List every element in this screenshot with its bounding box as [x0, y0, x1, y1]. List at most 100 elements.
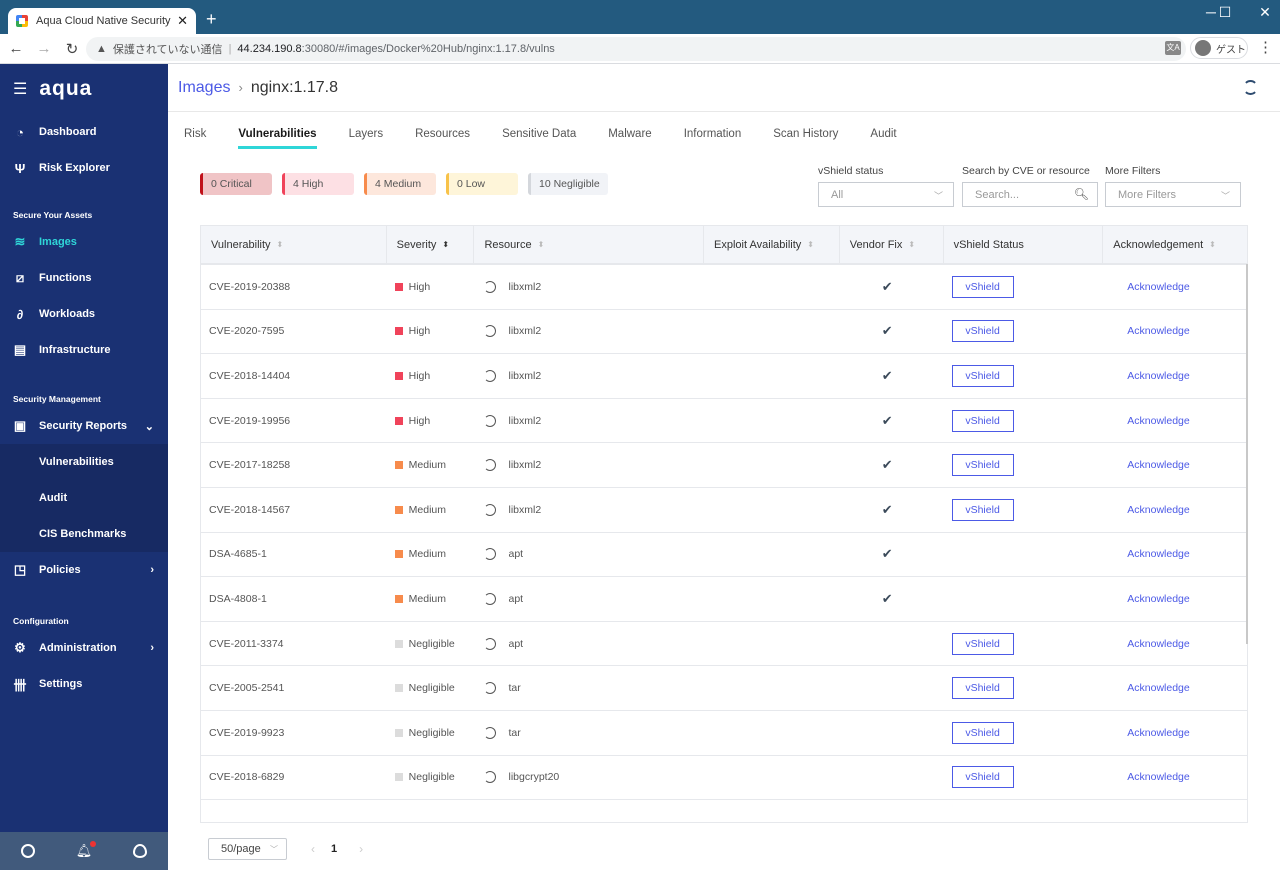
acknowledge-link[interactable]: Acknowledge: [1127, 682, 1189, 694]
table-scrollbar[interactable]: [1246, 264, 1248, 644]
col-exploit[interactable]: Exploit Availability ⬍: [704, 226, 840, 263]
col-vendor-fix[interactable]: Vendor Fix ⬍: [840, 226, 944, 263]
vshield-button[interactable]: vShield: [951, 498, 1014, 521]
sidebar-item-settings[interactable]: 卌 Settings: [0, 666, 168, 702]
vulnerability-id[interactable]: DSA-4685-1: [209, 548, 267, 560]
severity-chip[interactable]: 4 Medium: [364, 173, 436, 195]
tab-close-icon[interactable]: ✕: [177, 13, 188, 29]
vulnerability-id[interactable]: CVE-2019-19956: [209, 415, 290, 427]
vulnerability-id[interactable]: CVE-2011-3374: [209, 638, 284, 650]
search-input[interactable]: Search... 🔍︎: [962, 182, 1098, 207]
severity-chip[interactable]: 4 High: [282, 173, 354, 195]
search-icon[interactable]: 🔍︎: [1074, 187, 1089, 201]
tab-risk[interactable]: Risk: [184, 128, 206, 149]
new-tab-button[interactable]: +: [206, 9, 217, 29]
acknowledge-link[interactable]: Acknowledge: [1127, 727, 1189, 739]
breadcrumb-images[interactable]: Images: [178, 79, 230, 97]
acknowledge-link[interactable]: Acknowledge: [1127, 459, 1189, 471]
vulnerability-id[interactable]: CVE-2018-14404: [209, 370, 290, 382]
browser-tab[interactable]: Aqua Cloud Native Security Platfo ✕: [8, 8, 196, 34]
sidebar-subitem-cis-benchmarks[interactable]: CIS Benchmarks: [0, 516, 168, 552]
sidebar-subitem-vulnerabilities[interactable]: Vulnerabilities: [0, 444, 168, 480]
more-filters-select[interactable]: More Filters ﹀: [1105, 182, 1241, 207]
sidebar-subitem-audit[interactable]: Audit: [0, 480, 168, 516]
back-button[interactable]: ←: [4, 40, 28, 57]
severity-chip[interactable]: 10 Negligible: [528, 173, 608, 195]
sidebar-item-administration[interactable]: ⚙ Administration ›: [0, 630, 168, 666]
vshield-button[interactable]: vShield: [951, 632, 1014, 655]
browser-menu-icon[interactable]: ⋮: [1258, 38, 1273, 56]
sidebar-item-dashboard[interactable]: ◔ Dashboard: [0, 114, 168, 150]
table-row[interactable]: CVE-2005-2541 Negligible tar vShield Acknowl…: [201, 666, 1247, 711]
table-row[interactable]: CVE-2018-14404 High libxml2 ✔ vShield Acknowl…: [201, 354, 1247, 399]
aqua-logo[interactable]: aqua: [39, 77, 92, 101]
acknowledge-link[interactable]: Acknowledge: [1127, 504, 1189, 516]
sidebar-item-policies[interactable]: ◳ Policies ›: [0, 552, 168, 588]
vshield-status-select[interactable]: All ﹀: [818, 182, 954, 207]
vshield-button[interactable]: vShield: [951, 364, 1014, 387]
tab-vulnerabilities[interactable]: Vulnerabilities: [238, 128, 317, 149]
reload-button[interactable]: ↻: [60, 40, 84, 58]
vulnerability-id[interactable]: CVE-2005-2541: [209, 682, 284, 694]
vulnerability-id[interactable]: CVE-2018-14567: [209, 504, 290, 516]
acknowledge-link[interactable]: Acknowledge: [1127, 415, 1189, 427]
severity-chip[interactable]: 0 Low: [446, 173, 518, 195]
vulnerability-id[interactable]: CVE-2019-20388: [209, 281, 290, 293]
table-row[interactable]: CVE-2018-14567 Medium libxml2 ✔ vShield Ackno…: [201, 488, 1247, 533]
tab-malware[interactable]: Malware: [608, 128, 651, 149]
tab-resources[interactable]: Resources: [415, 128, 470, 149]
profile-button[interactable]: ゲスト: [1190, 37, 1248, 59]
col-vulnerability[interactable]: Vulnerability ⬍: [201, 226, 387, 263]
table-row[interactable]: CVE-2019-20388 High libxml2 ✔ vShield Acknowl…: [201, 265, 1247, 310]
table-row[interactable]: DSA-4808-1 Medium apt ✔ Acknowledge: [201, 577, 1247, 622]
acknowledge-link[interactable]: Acknowledge: [1127, 325, 1189, 337]
sidebar-item-images[interactable]: ≋ Images: [0, 224, 168, 260]
acknowledge-link[interactable]: Acknowledge: [1127, 771, 1189, 783]
acknowledge-link[interactable]: Acknowledge: [1127, 281, 1189, 293]
table-row[interactable]: DSA-4685-1 Medium apt ✔ Acknowledge: [201, 533, 1247, 578]
table-row[interactable]: CVE-2019-19956 High libxml2 ✔ vShield Acknowl…: [201, 399, 1247, 444]
sidebar-item-risk-explorer[interactable]: Ψ Risk Explorer: [0, 150, 168, 186]
table-row[interactable]: CVE-2011-3374 Negligible apt vShield Acknowl…: [201, 622, 1247, 667]
tab-audit[interactable]: Audit: [870, 128, 896, 149]
vshield-button[interactable]: vShield: [951, 454, 1014, 477]
severity-chip[interactable]: 0 Critical: [200, 173, 272, 195]
hamburger-menu-icon[interactable]: ☰: [13, 79, 27, 99]
maximize-button[interactable]: ☐: [1210, 4, 1240, 21]
vshield-button[interactable]: vShield: [951, 275, 1014, 298]
col-severity[interactable]: Severity ⬍: [387, 226, 475, 263]
tab-scan-history[interactable]: Scan History: [773, 128, 838, 149]
sidebar-item-infrastructure[interactable]: ▤ Infrastructure: [0, 332, 168, 368]
page-size-select[interactable]: 50/page ﹀: [208, 838, 287, 860]
current-page[interactable]: 1: [331, 843, 337, 855]
translate-icon[interactable]: 文A: [1165, 41, 1181, 55]
vulnerability-id[interactable]: DSA-4808-1: [209, 593, 267, 605]
vulnerability-id[interactable]: CVE-2019-9923: [209, 727, 284, 739]
acknowledge-link[interactable]: Acknowledge: [1127, 548, 1189, 560]
acknowledge-link[interactable]: Acknowledge: [1127, 593, 1189, 605]
tab-layers[interactable]: Layers: [349, 128, 384, 149]
vshield-button[interactable]: vShield: [951, 677, 1014, 700]
url-input[interactable]: ▲ 保護されていない通信 | 44.234.190.8 :30080/#/ima…: [86, 37, 1186, 61]
sidebar-item-security-reports[interactable]: ▣ Security Reports ⌄: [0, 408, 168, 444]
vulnerability-id[interactable]: CVE-2017-18258: [209, 459, 290, 471]
tab-information[interactable]: Information: [684, 128, 742, 149]
aqua-drop-icon[interactable]: [133, 844, 148, 858]
tab-sensitive-data[interactable]: Sensitive Data: [502, 128, 576, 149]
acknowledge-link[interactable]: Acknowledge: [1127, 638, 1189, 650]
refresh-icon[interactable]: [1243, 80, 1258, 95]
sidebar-item-functions[interactable]: ⧄ Functions: [0, 260, 168, 296]
forward-button[interactable]: →: [32, 40, 56, 57]
vshield-button[interactable]: vShield: [951, 721, 1014, 744]
info-icon[interactable]: [20, 844, 35, 858]
table-row[interactable]: CVE-2020-7595 High libxml2 ✔ vShield Acknowle…: [201, 310, 1247, 355]
notifications-bell-icon[interactable]: 🔔︎: [76, 841, 97, 859]
table-row[interactable]: CVE-2018-6829 Negligible libgcrypt20 vShiel…: [201, 756, 1247, 801]
vshield-button[interactable]: vShield: [951, 320, 1014, 343]
vulnerability-id[interactable]: CVE-2020-7595: [209, 325, 284, 337]
vshield-button[interactable]: vShield: [951, 409, 1014, 432]
table-row[interactable]: CVE-2017-18258 Medium libxml2 ✔ vShield Ackno…: [201, 443, 1247, 488]
prev-page-button[interactable]: ‹: [311, 842, 315, 856]
vshield-button[interactable]: vShield: [951, 766, 1014, 789]
col-acknowledgement[interactable]: Acknowledgement ⬍: [1103, 226, 1247, 263]
